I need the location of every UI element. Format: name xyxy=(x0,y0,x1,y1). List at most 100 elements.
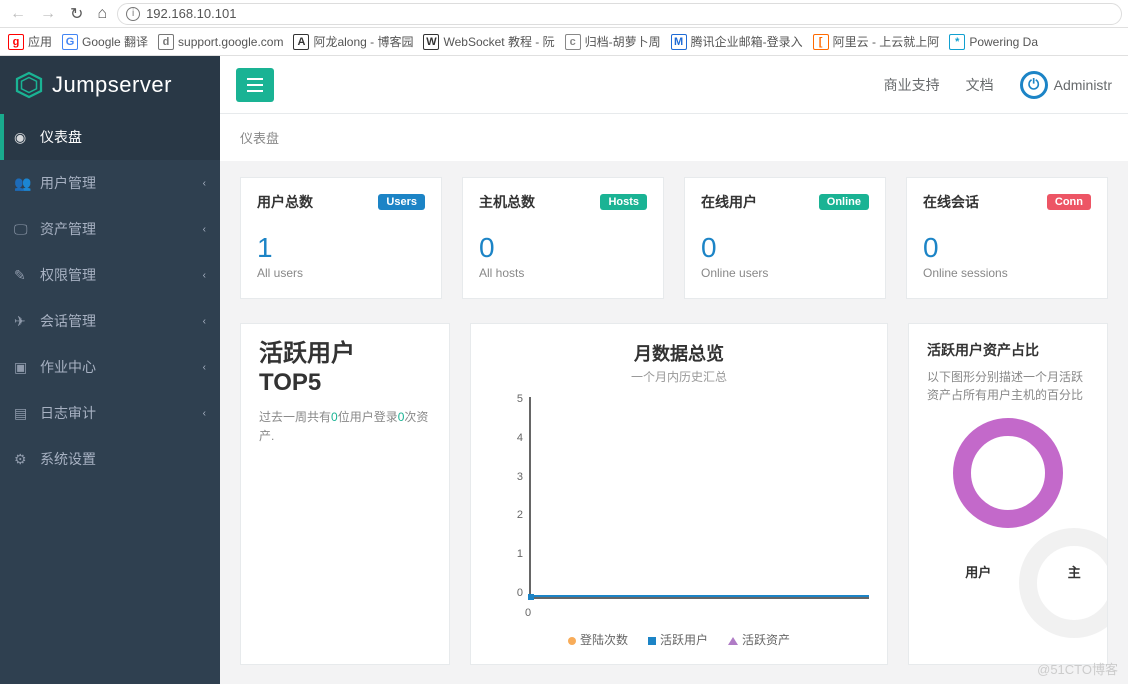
square-icon xyxy=(648,637,656,645)
bookmark-label: 阿龙along - 博客园 xyxy=(313,33,413,50)
stat-title: 主机总数 xyxy=(479,192,535,212)
chart-y-tick: 2 xyxy=(509,509,523,521)
bookmark-item[interactable]: GGoogle 翻译 xyxy=(62,33,148,50)
donut-desc: 以下图形分别描述一个月活跃资产占所有用户主机的百分比 xyxy=(927,368,1089,404)
chart-y-tick: 5 xyxy=(509,393,523,405)
user-menu[interactable]: ⏻ Administr xyxy=(1020,71,1112,99)
power-icon: ⏻ xyxy=(1020,71,1048,99)
sidebar-item-2[interactable]: 🖵 资产管理 ‹ xyxy=(0,206,220,252)
user-name: Administr xyxy=(1054,77,1112,93)
chart-area: 5 4 3 2 1 0 0 xyxy=(509,393,869,623)
bookmark-item[interactable]: d support.google.com xyxy=(158,34,283,50)
nav-label: 权限管理 xyxy=(40,265,96,285)
donut-chart-hosts xyxy=(1019,528,1108,638)
stat-card-hosts: 主机总数Hosts0All hosts xyxy=(462,177,664,299)
stat-sub: Online users xyxy=(701,266,869,280)
sidebar-item-6[interactable]: ▤日志审计‹ xyxy=(0,390,220,436)
nav-icon: 🖵 xyxy=(14,221,32,238)
sidebar-item-0[interactable]: ◉仪表盘 xyxy=(0,114,220,160)
bookmark-label: Powering Da xyxy=(969,35,1038,49)
bookmark-icon: * xyxy=(949,34,965,50)
sidebar-item-3[interactable]: ✎权限管理‹ xyxy=(0,252,220,298)
stat-value: 0 xyxy=(479,232,647,264)
dot-icon xyxy=(568,637,576,645)
topbar-link-docs[interactable]: 文档 xyxy=(966,75,994,95)
chevron-left-icon: ‹ xyxy=(203,224,206,235)
logo-icon xyxy=(14,70,44,100)
legend-item-active-assets[interactable]: 活跃资产 xyxy=(728,631,790,648)
chart-series-line xyxy=(531,595,869,597)
nav-label: 作业中心 xyxy=(40,357,96,377)
legend-item-active-users[interactable]: 活跃用户 xyxy=(648,631,708,648)
bookmark-label: support.google.com xyxy=(178,35,283,49)
stat-badge: Users xyxy=(378,194,425,210)
menu-toggle-button[interactable] xyxy=(236,68,274,102)
top5-desc-mid: 位用户登录 xyxy=(338,410,398,424)
legend-item-logins[interactable]: 登陆次数 xyxy=(568,631,628,648)
bookmark-item[interactable]: M腾讯企业邮箱-登录入 xyxy=(671,33,803,50)
stat-title: 用户总数 xyxy=(257,192,313,212)
bookmark-label: 应用 xyxy=(28,33,52,50)
panel-row: 活跃用户 TOP5 过去一周共有0位用户登录0次资产. 月数据总览 一个月内历史… xyxy=(240,323,1108,665)
chevron-left-icon: ‹ xyxy=(203,178,206,189)
sidebar-item-4[interactable]: ✈会话管理‹ xyxy=(0,298,220,344)
browser-toolbar: ← → ↻ ⌂ i 192.168.10.101 xyxy=(0,0,1128,28)
stat-badge: Conn xyxy=(1047,194,1091,210)
top5-title-line1: 活跃用户 xyxy=(259,340,431,369)
topbar-link-support[interactable]: 商业支持 xyxy=(884,75,940,95)
bookmark-item[interactable]: WWebSocket 教程 - 阮 xyxy=(423,33,554,50)
top5-desc-pre: 过去一周共有 xyxy=(259,410,331,424)
bookmark-icon: g xyxy=(8,34,24,50)
sidebar: Jumpserver ◉仪表盘👥用户管理‹🖵资产管理‹✎权限管理‹✈会话管理‹▣… xyxy=(0,56,220,684)
breadcrumb: 仪表盘 xyxy=(220,114,1128,161)
main-area: 商业支持 文档 ⏻ Administr 仪表盘 用户总数 Users 1 All us… xyxy=(220,56,1128,684)
nav-icon: ▤ xyxy=(14,405,32,422)
nav-icon: ◉ xyxy=(14,129,32,146)
hamburger-icon xyxy=(247,78,263,92)
browser-url-text: 192.168.10.101 xyxy=(146,6,236,21)
brand-logo[interactable]: Jumpserver xyxy=(0,56,220,114)
bookmark-icon: G xyxy=(62,34,78,50)
topbar: 商业支持 文档 ⏻ Administr xyxy=(220,56,1128,114)
donut-title: 活跃用户资产占比 xyxy=(927,340,1089,360)
browser-forward-icon[interactable]: → xyxy=(36,5,60,23)
brand-text: Jumpserver xyxy=(52,72,172,98)
chevron-left-icon: ‹ xyxy=(203,362,206,373)
stat-sub: All users xyxy=(257,266,425,280)
bookmark-label: 阿里云 - 上云就上阿 xyxy=(833,33,940,50)
browser-back-icon[interactable]: ← xyxy=(6,5,30,23)
stat-row: 用户总数Users1All users主机总数Hosts0All hosts在线… xyxy=(240,177,1108,299)
sidebar-item-1[interactable]: 👥用户管理‹ xyxy=(0,160,220,206)
chevron-left-icon: ‹ xyxy=(203,408,206,419)
bookmark-item[interactable]: * Powering Da xyxy=(949,34,1038,50)
bookmark-label: 腾讯企业邮箱-登录入 xyxy=(691,33,803,50)
bookmark-item[interactable]: c归档-胡萝卜周 xyxy=(565,33,661,50)
nav-icon: 👥 xyxy=(14,175,32,192)
browser-reload-icon[interactable]: ↻ xyxy=(66,4,87,24)
watermark: @51CTO博客 xyxy=(1037,659,1118,678)
chart-y-tick: 0 xyxy=(509,587,523,599)
stat-sub: All hosts xyxy=(479,266,647,280)
nav-label: 资产管理 xyxy=(40,219,96,239)
chart-y-tick: 4 xyxy=(509,432,523,444)
nav-label: 系统设置 xyxy=(40,449,96,469)
browser-home-icon[interactable]: ⌂ xyxy=(93,5,111,23)
chart-y-tick: 3 xyxy=(509,471,523,483)
stat-title: 在线会话 xyxy=(923,192,979,212)
stat-badge: Online xyxy=(819,194,869,210)
sidebar-item-5[interactable]: ▣作业中心‹ xyxy=(0,344,220,390)
nav-icon: ✎ xyxy=(14,267,32,284)
legend-label: 活跃用户 xyxy=(660,633,708,647)
bookmark-item[interactable]: A阿龙along - 博客园 xyxy=(293,33,413,50)
chart-y-tick: 1 xyxy=(509,548,523,560)
chart-x-tick-0: 0 xyxy=(525,607,531,619)
bookmark-label: WebSocket 教程 - 阮 xyxy=(443,33,554,50)
stat-card-conn: 在线会话Conn0Online sessions xyxy=(906,177,1108,299)
stat-value: 0 xyxy=(923,232,1091,264)
info-icon: i xyxy=(126,7,140,21)
bookmark-item[interactable]: [阿里云 - 上云就上阿 xyxy=(813,33,940,50)
bookmark-item[interactable]: g应用 xyxy=(8,33,52,50)
browser-url-bar[interactable]: i 192.168.10.101 xyxy=(117,3,1122,25)
sidebar-item-7[interactable]: ⚙系统设置 xyxy=(0,436,220,482)
bookmark-icon: d xyxy=(158,34,174,50)
